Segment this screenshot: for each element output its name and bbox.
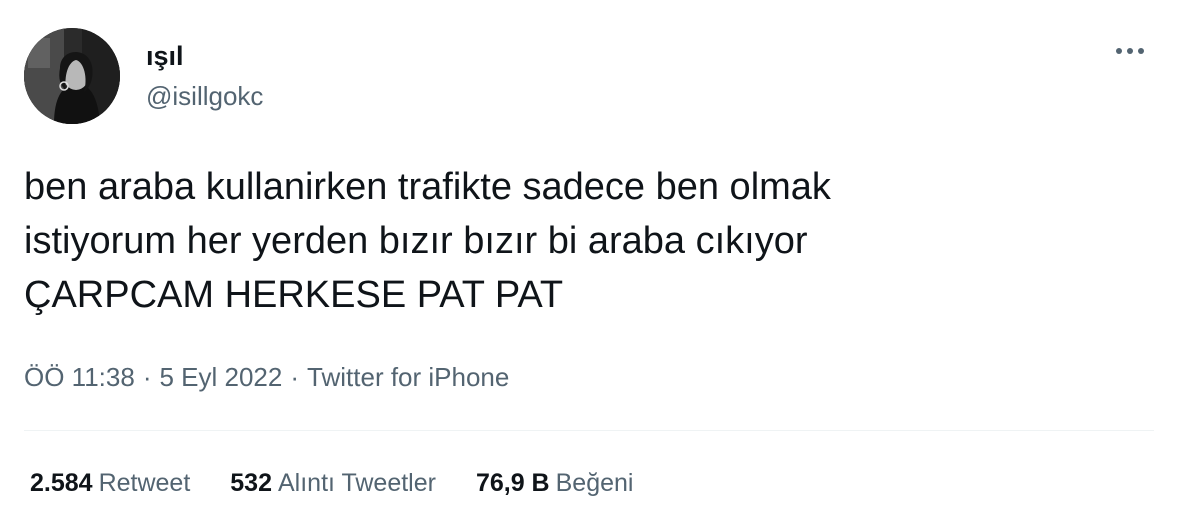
divider: [24, 430, 1154, 431]
tweet-text-line: ÇARPCAM HERKESE PAT PAT: [24, 274, 564, 316]
retweets-stat[interactable]: 2.584 Retweet: [30, 466, 190, 500]
retweets-label: Retweet: [98, 469, 191, 497]
avatar-photo: [24, 28, 120, 124]
meta-separator: ·: [290, 362, 300, 392]
more-horizontal-icon: [1116, 48, 1144, 54]
user-handle[interactable]: @isillgokc: [146, 80, 263, 112]
tweet-text-line: istiyorum her yerden bızır bızır bi arab…: [24, 220, 808, 262]
tweet-source[interactable]: Twitter for iPhone: [307, 362, 509, 392]
quotes-count: 532: [230, 469, 272, 497]
quotes-label: Alıntı Tweetler: [278, 469, 436, 497]
quotes-stat[interactable]: 532 Alıntı Tweetler: [230, 466, 436, 500]
likes-count: 76,9 B: [475, 469, 550, 497]
tweet-time[interactable]: ÖÖ 11:38: [24, 362, 135, 392]
likes-stat[interactable]: 76,9 B Beğeni: [476, 466, 634, 500]
likes-label: Beğeni: [555, 469, 634, 497]
tweet-card: ışıl @isillgokc ben araba kullanirken tr…: [0, 0, 1180, 528]
more-options-button[interactable]: [1110, 36, 1150, 66]
tweet-date[interactable]: 5 Eyl 2022: [159, 362, 282, 392]
display-name[interactable]: ışıl: [146, 40, 263, 72]
user-block: ışıl @isillgokc: [146, 40, 263, 112]
tweet-meta: ÖÖ 11:38 · 5 Eyl 2022 · Twitter for iPhone: [24, 360, 509, 394]
avatar[interactable]: [24, 28, 120, 124]
tweet-text-line: ben araba kullanirken trafikte sadece be…: [24, 166, 831, 208]
meta-separator: ·: [142, 362, 152, 392]
tweet-text: ben araba kullanirken trafikte sadece be…: [24, 160, 1144, 322]
retweets-count: 2.584: [30, 469, 93, 497]
tweet-header: ışıl @isillgokc: [24, 28, 263, 124]
tweet-stats: 2.584 Retweet 532 Alıntı Tweetler 76,9 B Be…: [30, 466, 673, 500]
